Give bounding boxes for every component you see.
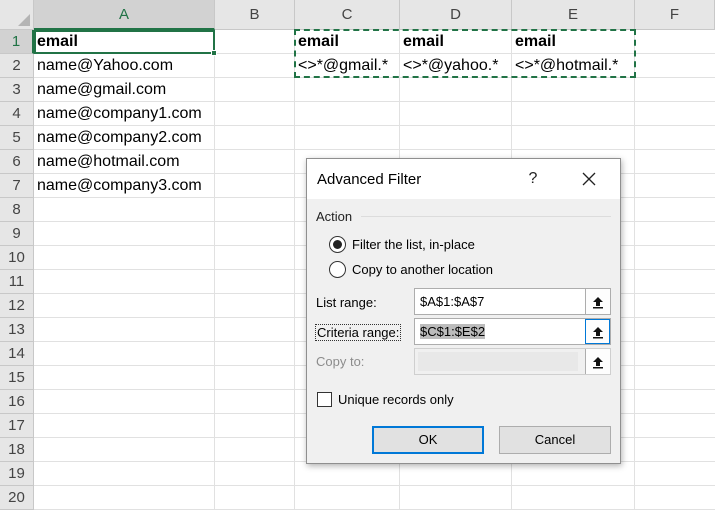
row-header-19[interactable]: 19 — [0, 462, 34, 486]
cell-a3[interactable]: name@gmail.com — [34, 78, 215, 102]
cell-d2[interactable]: <>*@yahoo.* — [400, 54, 512, 78]
fill-handle[interactable] — [211, 50, 217, 56]
collapse-dialog-icon — [593, 356, 603, 368]
column-header-d[interactable]: D — [400, 0, 512, 30]
advanced-filter-dialog: Advanced Filter ? Action Filter the list… — [306, 158, 621, 464]
copy-to-collapse-button[interactable] — [585, 349, 610, 374]
action-group-divider — [361, 216, 611, 217]
dialog-title: Advanced Filter — [317, 171, 422, 188]
radio-copy-label: Copy to another location — [352, 261, 493, 277]
cell-d1[interactable]: email — [400, 30, 512, 54]
criteria-range-label: Criteria range: — [315, 324, 402, 341]
column-header-b[interactable]: B — [215, 0, 295, 30]
copy-to-disabled-area — [418, 352, 578, 371]
column-header-c[interactable]: C — [295, 0, 400, 30]
row-header-15[interactable]: 15 — [0, 366, 34, 390]
collapse-dialog-icon — [592, 326, 603, 338]
column-header-f[interactable]: F — [635, 0, 715, 30]
ok-button[interactable]: OK — [372, 426, 484, 454]
list-range-value: $A$1:$A$7 — [420, 294, 485, 309]
cell-a7[interactable]: name@company3.com — [34, 174, 215, 198]
row-header-14[interactable]: 14 — [0, 342, 34, 366]
column-header-a[interactable]: A — [34, 0, 215, 30]
row-header-6[interactable]: 6 — [0, 150, 34, 174]
row-header-1[interactable]: 1 — [0, 30, 34, 54]
radio-copy-to-another-location[interactable]: Copy to another location — [329, 259, 493, 279]
unique-records-checkbox-row[interactable]: Unique records only — [317, 392, 454, 407]
cell-a6[interactable]: name@hotmail.com — [34, 150, 215, 174]
close-icon — [582, 172, 596, 186]
action-group-label: Action — [316, 209, 353, 224]
row-header-17[interactable]: 17 — [0, 414, 34, 438]
radio-filter-in-place[interactable]: Filter the list, in-place — [329, 234, 475, 254]
row-header-5[interactable]: 5 — [0, 126, 34, 150]
criteria-range-value: $C$1:$E$2 — [420, 324, 486, 339]
cell-e1[interactable]: email — [512, 30, 635, 54]
select-all-triangle-icon — [18, 14, 30, 26]
help-button[interactable]: ? — [519, 165, 547, 193]
cell-e2[interactable]: <>*@hotmail.* — [512, 54, 635, 78]
close-button[interactable] — [573, 165, 605, 193]
cell-c2[interactable]: <>*@gmail.* — [295, 54, 400, 78]
row-header-20[interactable]: 20 — [0, 486, 34, 510]
list-range-field[interactable]: $A$1:$A$7 — [414, 288, 611, 315]
cell-a5[interactable]: name@company2.com — [34, 126, 215, 150]
row-header-11[interactable]: 11 — [0, 270, 34, 294]
criteria-range-field[interactable]: $C$1:$E$2 — [414, 318, 611, 345]
row-header-4[interactable]: 4 — [0, 102, 34, 126]
criteria-range-collapse-button[interactable] — [585, 319, 610, 344]
row-header-10[interactable]: 10 — [0, 246, 34, 270]
unique-records-label: Unique records only — [338, 392, 454, 407]
cancel-button[interactable]: Cancel — [499, 426, 611, 454]
radio-copy-indicator[interactable] — [329, 260, 346, 278]
dialog-titlebar[interactable]: Advanced Filter ? — [307, 159, 620, 199]
cell-a2[interactable]: name@Yahoo.com — [34, 54, 215, 78]
row-header-9[interactable]: 9 — [0, 222, 34, 246]
cell-c1[interactable]: email — [295, 30, 400, 54]
row-header-18[interactable]: 18 — [0, 438, 34, 462]
row-header-16[interactable]: 16 — [0, 390, 34, 414]
unique-records-checkbox[interactable] — [317, 392, 332, 407]
copy-to-field[interactable] — [414, 348, 611, 375]
radio-filter-in-place-indicator[interactable] — [329, 235, 346, 253]
cell-a4[interactable]: name@company1.com — [34, 102, 215, 126]
collapse-dialog-icon — [593, 296, 603, 308]
list-range-collapse-button[interactable] — [585, 289, 610, 314]
select-all-corner[interactable] — [0, 0, 34, 30]
radio-filter-in-place-label: Filter the list, in-place — [352, 236, 475, 252]
row-header-7[interactable]: 7 — [0, 174, 34, 198]
row-header-3[interactable]: 3 — [0, 78, 34, 102]
column-header-e[interactable]: E — [512, 0, 635, 30]
copy-to-label: Copy to: — [316, 354, 365, 369]
row-header-8[interactable]: 8 — [0, 198, 34, 222]
row-header-13[interactable]: 13 — [0, 318, 34, 342]
row-header-12[interactable]: 12 — [0, 294, 34, 318]
list-range-label: List range: — [316, 295, 377, 310]
cell-a1[interactable]: email — [34, 30, 215, 54]
row-header-2[interactable]: 2 — [0, 54, 34, 78]
